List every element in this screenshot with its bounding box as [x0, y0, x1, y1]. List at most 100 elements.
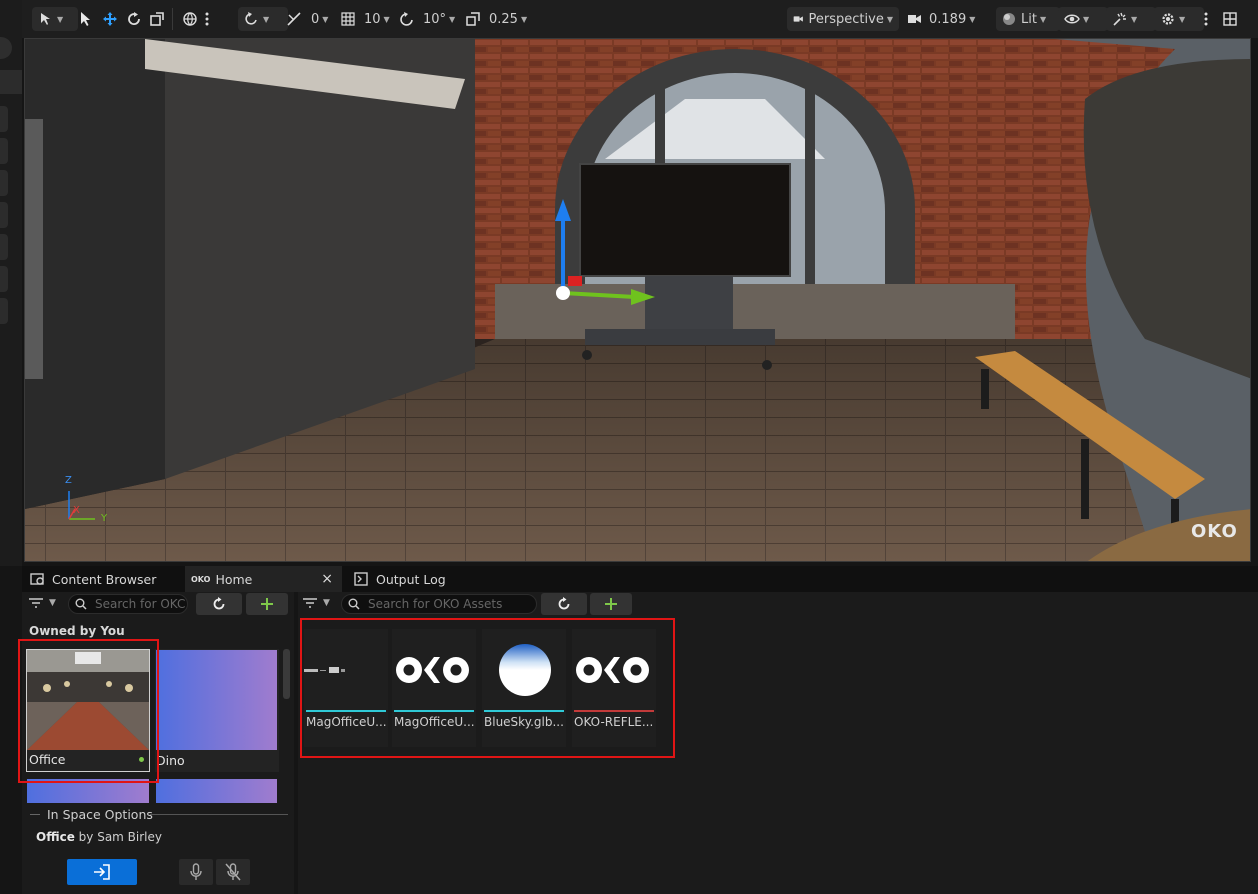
tab-output-log-label: Output Log — [376, 571, 446, 587]
translate-icon[interactable] — [102, 7, 118, 31]
3d-viewport[interactable]: Z X Y OKO — [24, 38, 1251, 562]
snap-value: 0 — [311, 11, 320, 27]
rotation-value: 10° — [423, 11, 447, 27]
scale-snap-dropdown[interactable]: 0.25 ▼ — [465, 7, 527, 31]
strip-toggle[interactable] — [0, 37, 12, 59]
select-icon[interactable] — [79, 7, 93, 31]
microphone-button[interactable] — [179, 859, 213, 885]
oko-watermark: OKO — [1191, 521, 1238, 542]
axis-y-label: Y — [101, 513, 108, 524]
asset-add-button[interactable] — [590, 593, 632, 615]
gear-icon — [1162, 13, 1174, 25]
microphone-icon — [190, 863, 202, 880]
lit-sphere-icon — [1003, 13, 1015, 25]
viewport-settings-dropdown[interactable]: ▼ — [1154, 7, 1204, 31]
viewport-scene — [25, 39, 1250, 561]
space-info-name: Office — [36, 830, 75, 844]
refresh-button[interactable] — [196, 593, 242, 615]
select-mode-button[interactable]: ▼ — [32, 7, 78, 31]
strip-button[interactable] — [0, 202, 8, 228]
search-icon — [75, 598, 87, 610]
add-space-button[interactable] — [246, 593, 288, 615]
content-browser-icon — [30, 573, 44, 585]
surface-snap-button[interactable]: ▼ — [238, 7, 288, 31]
tab-content-browser[interactable]: Content Browser — [26, 566, 182, 592]
lit-label: Lit — [1021, 11, 1037, 27]
asset-refresh-button[interactable] — [541, 593, 587, 615]
tab-home[interactable]: OKO Home × — [185, 566, 342, 592]
highlight-office-tile — [18, 639, 159, 783]
filter-icon — [29, 598, 43, 608]
tab-output-log[interactable]: Output Log — [352, 566, 472, 592]
asset-filter-button[interactable]: ▼ — [302, 597, 330, 609]
panel-tab-bar: Content Browser OKO Home × Output Log — [22, 566, 1258, 592]
strip-button[interactable] — [0, 170, 8, 196]
strip-button[interactable] — [0, 234, 8, 260]
axis-z-label: Z — [65, 475, 72, 486]
viewport-toolbar: ▼ ▼ 0▼ 10▼ 10°▼ 0.25▼ Perspective▼ — [22, 0, 1258, 38]
enter-icon — [94, 864, 110, 880]
refresh-icon — [558, 597, 570, 610]
grid-snap-dropdown[interactable]: 10 ▼ — [340, 7, 390, 31]
realtime-icon — [1113, 12, 1126, 26]
search-icon — [348, 598, 360, 610]
owned-by-you-heading: Owned by You — [29, 624, 125, 638]
scale-value: 0.25 — [489, 11, 518, 27]
filter-button[interactable]: ▼ — [28, 597, 56, 609]
eye-icon — [1064, 14, 1080, 24]
search-spaces-input[interactable]: Search for OKC — [68, 594, 188, 614]
enter-space-button[interactable] — [67, 859, 137, 885]
rotation-snap-dropdown[interactable]: 10° ▼ — [399, 7, 455, 31]
filter-icon — [303, 598, 317, 608]
more-options-icon[interactable] — [204, 7, 210, 31]
spaces-scrollbar[interactable] — [283, 649, 290, 699]
left-toolbar-strip — [0, 0, 22, 566]
tab-home-label: Home — [215, 571, 253, 587]
camera-speed-value: 0.189 — [929, 11, 967, 27]
scale-icon[interactable] — [149, 7, 165, 31]
space-tile-dino[interactable]: Dino — [155, 649, 279, 772]
tab-home-close-icon[interactable]: × — [321, 571, 333, 587]
search-assets-placeholder: Search for OKO Assets — [368, 597, 503, 611]
layout-icon[interactable] — [1222, 7, 1238, 31]
strip-button[interactable] — [0, 106, 8, 132]
space-tile-dino-label: Dino — [156, 753, 185, 768]
search-assets-input[interactable]: Search for OKO Assets — [341, 594, 537, 614]
grid-icon — [341, 12, 355, 26]
tab-content-browser-label: Content Browser — [52, 571, 157, 587]
strip-button[interactable] — [0, 266, 8, 292]
camera-speed-icon — [908, 15, 921, 23]
refresh-icon — [213, 597, 225, 610]
scale-snap-icon — [466, 12, 480, 26]
snap-dropdown[interactable]: 0 ▼ — [286, 7, 328, 31]
strip-button[interactable] — [0, 138, 8, 164]
space-tile-partial[interactable] — [156, 779, 277, 803]
mute-button[interactable] — [216, 859, 250, 885]
in-space-options-heading: In Space Options — [47, 807, 153, 822]
lit-mode-dropdown[interactable]: Lit ▼ — [996, 7, 1060, 31]
plus-icon — [261, 598, 273, 610]
snap-icon — [287, 12, 301, 26]
strip-header — [0, 70, 22, 94]
space-info-owner: by Sam Birley — [78, 830, 162, 844]
surface-snap-icon — [245, 12, 257, 25]
search-spaces-placeholder: Search for OKC — [95, 597, 186, 611]
grid-value: 10 — [364, 11, 381, 27]
rotation-snap-icon — [400, 12, 413, 26]
oko-logo-icon: OKO — [191, 574, 211, 584]
rotate-icon[interactable] — [126, 7, 142, 31]
in-space-options-panel: In Space Options Office by Sam Birley — [22, 803, 294, 894]
select-mode-icon — [41, 13, 50, 25]
perspective-label: Perspective — [808, 11, 884, 27]
output-log-icon — [354, 572, 368, 586]
microphone-muted-icon — [225, 863, 241, 881]
world-space-icon[interactable] — [182, 7, 198, 31]
camera-speed-dropdown[interactable]: 0.189 ▼ — [907, 7, 975, 31]
show-dropdown[interactable]: ▼ — [1058, 7, 1108, 31]
strip-button[interactable] — [0, 298, 8, 324]
perspective-dropdown[interactable]: Perspective ▼ — [787, 7, 899, 31]
viewport-more-icon[interactable] — [1203, 7, 1209, 31]
plus-icon — [605, 598, 617, 610]
dino-thumbnail — [156, 650, 277, 750]
realtime-dropdown[interactable]: ▼ — [1106, 7, 1156, 31]
